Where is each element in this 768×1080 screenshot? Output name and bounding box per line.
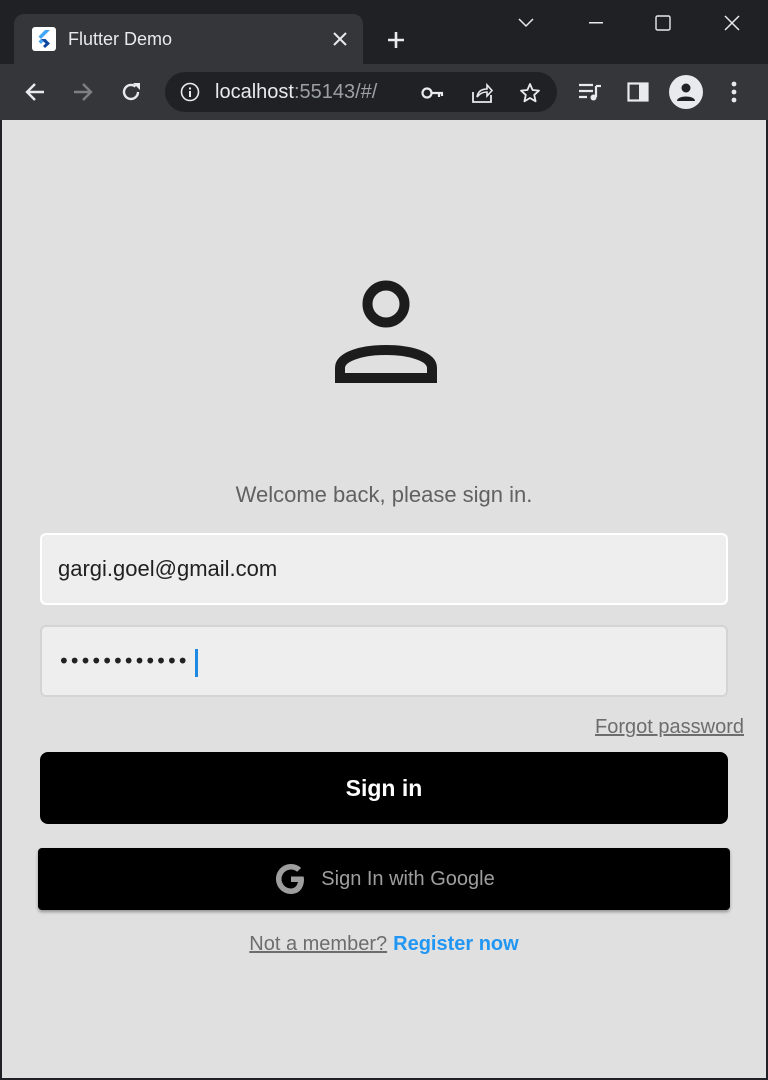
tab-search-chevron-icon[interactable] [506,8,546,38]
forgot-password-link[interactable]: Forgot password [595,716,744,739]
back-icon[interactable] [19,76,51,108]
key-icon[interactable] [420,80,446,106]
tab-title: Flutter Demo [68,29,173,49]
media-queue-icon[interactable] [574,76,606,108]
email-input[interactable] [58,535,698,603]
browser-tab[interactable]: Flutter Demo [14,14,363,64]
password-field[interactable]: •••••••••••• [40,625,728,697]
close-window-icon[interactable] [712,8,752,38]
google-g-icon [276,864,305,894]
bookmark-star-icon[interactable] [517,80,543,106]
maximize-icon[interactable] [643,8,683,38]
register-footer: Not a member? Register now [2,933,766,956]
sign-in-label: Sign in [345,774,423,801]
person-outline-icon [335,280,437,383]
url-path: :55143/#/ [293,81,378,103]
address-bar[interactable]: localhost:55143/#/ [165,72,557,112]
profile-avatar-icon[interactable] [669,75,703,109]
sign-in-button[interactable]: Sign in [40,752,728,824]
flutter-favicon-icon [32,27,56,51]
not-member-text[interactable]: Not a member? [249,933,387,955]
url-text: localhost:55143/#/ [215,81,377,104]
browser-toolbar: localhost:55143/#/ [0,64,768,120]
reload-icon[interactable] [115,76,147,108]
forward-icon[interactable] [67,76,99,108]
share-icon[interactable] [469,80,495,106]
site-info-icon[interactable] [179,81,201,103]
url-host: localhost [215,81,294,103]
text-caret [195,649,198,677]
close-tab-icon[interactable] [327,26,353,52]
more-menu-icon[interactable] [718,76,750,108]
app-page: Welcome back, please sign in. ••••••••••… [2,120,766,1078]
browser-titlebar: Flutter Demo [0,0,768,64]
google-sign-in-label: Sign In with Google [321,867,495,890]
email-field[interactable] [40,533,728,605]
welcome-text: Welcome back, please sign in. [235,482,533,507]
password-input[interactable]: •••••••••••• [58,649,189,673]
minimize-icon[interactable] [576,8,616,38]
new-tab-icon[interactable] [380,24,412,56]
google-sign-in-button[interactable]: Sign In with Google [38,848,730,910]
register-now-link[interactable]: Register now [393,933,519,955]
side-panel-icon[interactable] [622,76,654,108]
